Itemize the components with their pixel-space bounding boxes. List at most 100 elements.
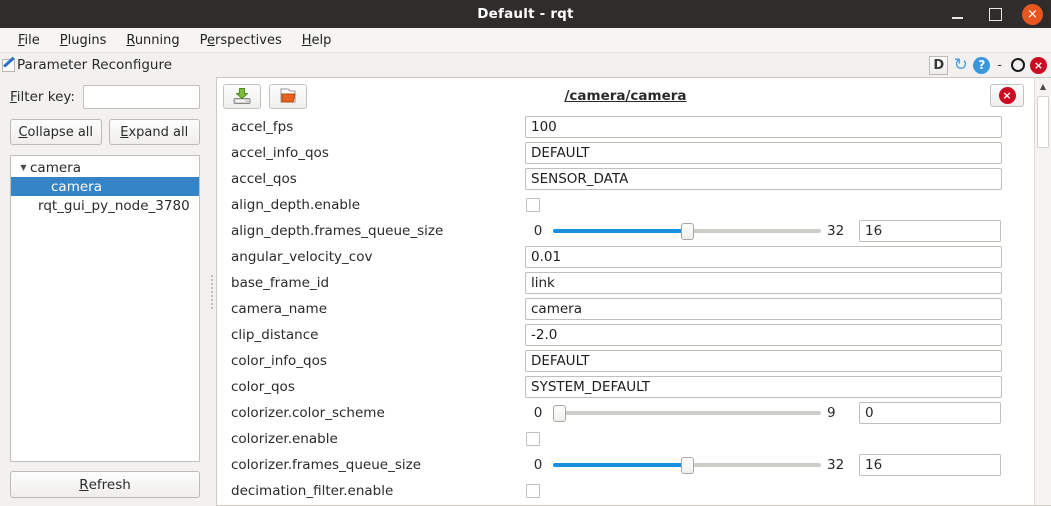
menu-file[interactable]: File: [8, 31, 50, 50]
scroll-up-arrow[interactable]: ▲: [1035, 78, 1051, 95]
reconfigure-pencil-icon: [2, 58, 15, 72]
slider-handle[interactable]: [553, 404, 566, 422]
tree-item-label: camera: [51, 178, 102, 195]
parameter-text-input[interactable]: 0.01: [525, 246, 1002, 268]
node-name-label: /camera/camera: [564, 88, 687, 104]
expand-all-button[interactable]: Expand all: [108, 119, 200, 145]
parameter-slider[interactable]: [553, 403, 821, 423]
parameter-slider[interactable]: [553, 455, 821, 475]
dock-action-buttons: D ↻ ? - ×: [929, 53, 1047, 77]
parameter-row: colorizer.frames_queue_size 0 32 16: [217, 452, 1016, 478]
vertical-scrollbar[interactable]: ▲: [1034, 78, 1051, 505]
parameter-list: accel_fps 100 accel_info_qos DEFAULT accel_q…: [217, 114, 1016, 505]
parameter-value-input[interactable]: 16: [859, 220, 1001, 242]
slider-min-label: 0: [533, 405, 543, 421]
parameter-checkbox[interactable]: [526, 198, 540, 212]
parameter-row: color_info_qos DEFAULT: [217, 348, 1016, 374]
parameter-row: align_depth.enable: [217, 192, 1016, 218]
slider-max-label: 32: [827, 457, 845, 473]
parameter-checkbox[interactable]: [526, 484, 540, 498]
slider-handle[interactable]: [680, 456, 694, 474]
parameter-text-input[interactable]: DEFAULT: [525, 142, 1002, 164]
menu-help[interactable]: Help: [292, 31, 342, 50]
parameter-text-input[interactable]: SENSOR_DATA: [525, 168, 1002, 190]
pane-splitter[interactable]: [208, 77, 216, 506]
parameter-control: SENSOR_DATA: [525, 168, 1016, 190]
parameter-panel: /camera/camera × accel_fps 100 accel_info_…: [216, 77, 1051, 506]
parameter-text-input[interactable]: link: [525, 272, 1002, 294]
parameter-row: decimation_filter.enable: [217, 478, 1016, 504]
parameter-control: DEFAULT: [525, 142, 1016, 164]
parameter-row: angular_velocity_cov 0.01: [217, 244, 1016, 270]
parameter-row: accel_fps 100: [217, 114, 1016, 140]
close-icon: ×: [998, 87, 1016, 104]
node-tree[interactable]: ▼ camera camera rqt_gui_py_node_3780: [10, 155, 200, 462]
save-config-button[interactable]: [223, 83, 261, 109]
parameter-text-input[interactable]: DEFAULT: [525, 350, 1002, 372]
maximize-button[interactable]: [984, 3, 1006, 25]
parameter-name-label: accel_qos: [231, 171, 297, 187]
parameter-text-input[interactable]: 100: [525, 116, 1002, 138]
scrollbar-thumb[interactable]: [1037, 96, 1049, 148]
parameter-row: clip_distance -2.0: [217, 322, 1016, 348]
parameter-control: [525, 484, 1016, 498]
chevron-down-icon[interactable]: ▼: [17, 163, 30, 172]
filter-row: Filter key:: [10, 85, 200, 109]
parameter-control: [525, 432, 1016, 446]
window-title: Default - rqt: [477, 6, 574, 22]
reload-icon[interactable]: ↻: [951, 56, 970, 75]
parameter-row: color_qos SYSTEM_DEFAULT: [217, 374, 1016, 400]
slider-handle[interactable]: [680, 222, 694, 240]
parameter-value-input[interactable]: 16: [859, 454, 1001, 476]
filter-key-input[interactable]: [82, 85, 200, 109]
dock-close-icon[interactable]: ×: [1030, 56, 1047, 74]
parameter-text-input[interactable]: -2.0: [525, 324, 1002, 346]
parameter-name-label: accel_info_qos: [231, 145, 329, 161]
parameter-row: align_depth.frames_queue_size 0 32 16: [217, 218, 1016, 244]
menu-bar: File Plugins Running Perspectives Help: [0, 28, 1051, 53]
parameter-name-label: angular_velocity_cov: [231, 249, 373, 265]
parameter-text-input[interactable]: camera: [525, 298, 1002, 320]
menu-perspectives[interactable]: Perspectives: [190, 31, 292, 50]
tree-item-rqt-gui-py-node[interactable]: rqt_gui_py_node_3780: [11, 196, 199, 215]
dock-float-icon[interactable]: [1011, 58, 1025, 72]
dock-minimize-icon[interactable]: -: [993, 58, 1006, 73]
help-icon[interactable]: ?: [973, 56, 991, 74]
minimize-button[interactable]: [946, 3, 968, 25]
parameter-control: 100: [525, 116, 1016, 138]
parameter-name-label: colorizer.frames_queue_size: [231, 457, 422, 473]
parameter-value-input[interactable]: 0: [859, 402, 1001, 424]
parameter-name-label: color_qos: [231, 379, 295, 395]
parameter-name-label: align_depth.enable: [231, 197, 360, 213]
tree-item-label: camera: [30, 159, 81, 176]
title-bar: Default - rqt ×: [0, 0, 1051, 28]
parameter-control: SYSTEM_DEFAULT: [525, 376, 1016, 398]
parameter-name-label: colorizer.color_scheme: [231, 405, 385, 421]
collapse-all-button[interactable]: Collapse all: [10, 119, 102, 145]
parameter-control: 0.01: [525, 246, 1016, 268]
slider-fill: [553, 463, 687, 467]
parameter-name-label: clip_distance: [231, 327, 319, 343]
load-config-button[interactable]: [269, 83, 307, 109]
menu-running[interactable]: Running: [116, 31, 189, 50]
parameter-row: colorizer.enable: [217, 426, 1016, 452]
tree-item-camera-root[interactable]: ▼ camera: [11, 158, 199, 177]
parameter-slider[interactable]: [553, 221, 821, 241]
menu-plugins[interactable]: Plugins: [50, 31, 117, 50]
close-node-panel-button[interactable]: ×: [990, 84, 1024, 107]
parameter-row: colorizer.color_scheme 0 9 0: [217, 400, 1016, 426]
parameter-checkbox[interactable]: [526, 432, 540, 446]
tree-item-camera-child[interactable]: camera: [11, 177, 199, 196]
rqt-main-window: Default - rqt × File Plugins Running Per…: [0, 0, 1051, 506]
dock-d-button[interactable]: D: [929, 55, 949, 75]
slider-groove: [553, 411, 821, 415]
tree-buttons: Collapse all Expand all: [10, 119, 200, 145]
parameter-control: link: [525, 272, 1016, 294]
tree-item-label: rqt_gui_py_node_3780: [38, 197, 190, 214]
close-button[interactable]: ×: [1022, 3, 1043, 25]
parameter-name-label: decimation_filter.enable: [231, 483, 394, 499]
parameter-row: camera_name camera: [217, 296, 1016, 322]
refresh-button[interactable]: Refresh: [10, 471, 200, 498]
parameter-text-input[interactable]: SYSTEM_DEFAULT: [525, 376, 1002, 398]
window-controls: ×: [946, 0, 1043, 28]
